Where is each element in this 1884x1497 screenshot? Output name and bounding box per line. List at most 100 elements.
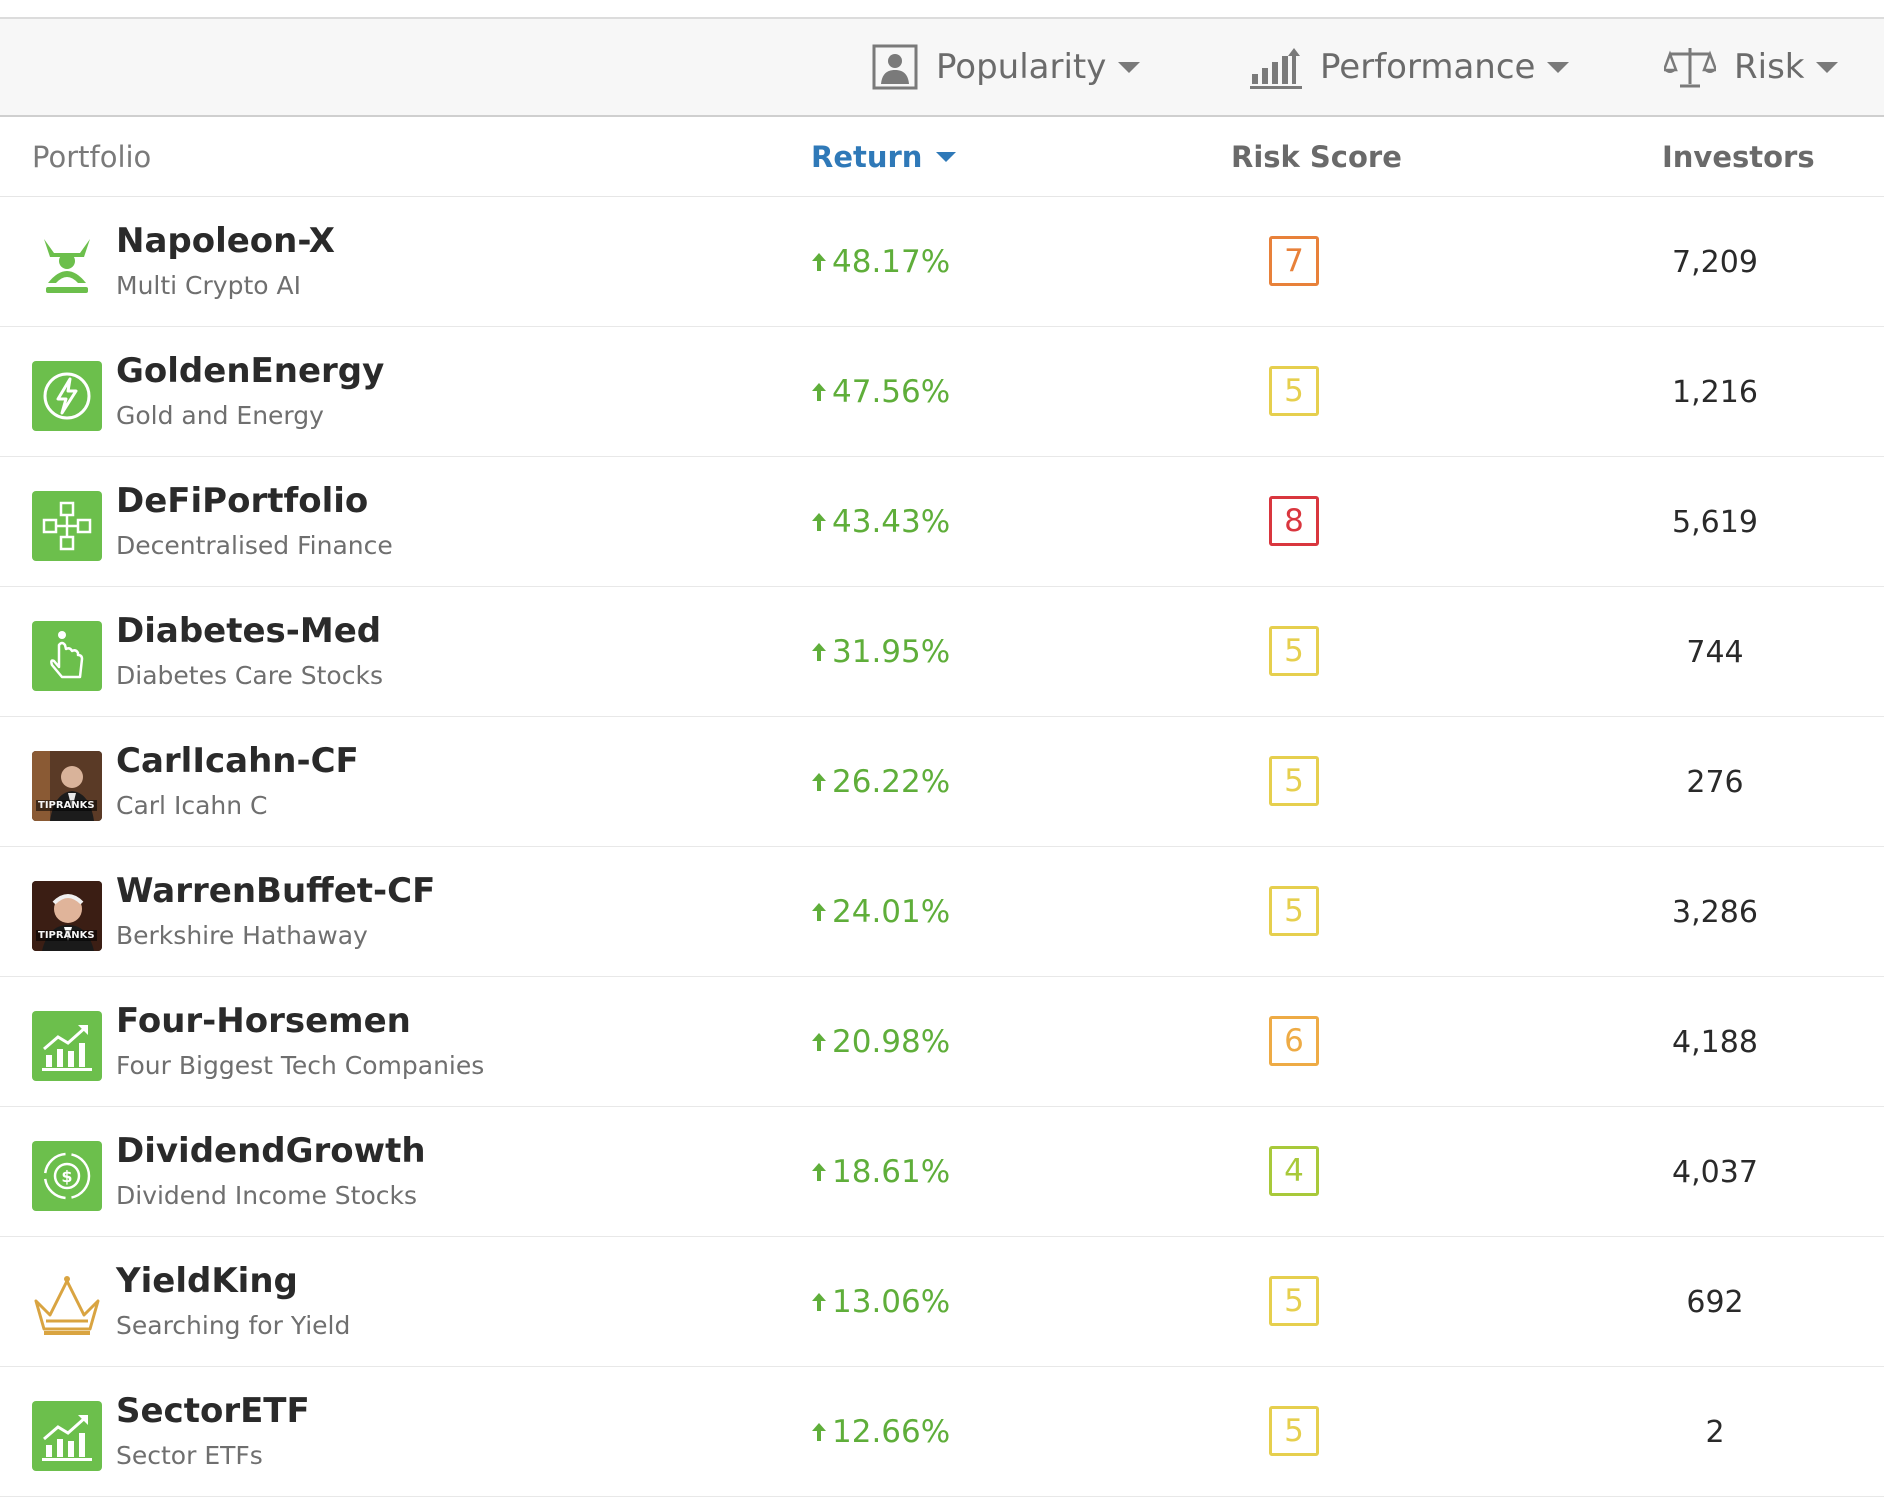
portfolio-name[interactable]: SectorETF: [116, 1391, 310, 1431]
table-row[interactable]: YieldKing Searching for Yield 13.06% 5 6…: [0, 1237, 1884, 1367]
portfolio-description: Searching for Yield: [116, 1311, 351, 1340]
chevron-down-icon: [1816, 61, 1839, 73]
popularity-filter-label: Popularity: [936, 47, 1107, 87]
investors-count: 5,619: [1672, 504, 1758, 540]
table-row[interactable]: GoldenEnergy Gold and Energy 47.56% 5 1,…: [0, 327, 1884, 457]
performance-filter-label: Performance: [1320, 47, 1536, 87]
investors-count: 7,209: [1672, 244, 1758, 280]
risk-score-column-header[interactable]: Risk Score: [1231, 117, 1402, 197]
return-value: 24.01%: [812, 847, 950, 977]
return-percent: 26.22%: [832, 764, 951, 800]
up-arrow-icon: [812, 773, 826, 791]
table-row[interactable]: SectorETF Sector ETFs 12.66% 5 2: [0, 1367, 1884, 1497]
investors-count: 1,216: [1672, 374, 1758, 410]
popularity-filter[interactable]: Popularity: [872, 19, 1141, 115]
carl-icahn-photo-icon: TIPRANKS: [32, 751, 102, 821]
portfolio-description: Diabetes Care Stocks: [116, 661, 383, 690]
investors-count: 2: [1705, 1414, 1725, 1450]
svg-text:$: $: [61, 1167, 72, 1186]
portfolio-name[interactable]: DeFiPortfolio: [116, 481, 368, 521]
portfolio-name[interactable]: CarlIcahn-CF: [116, 741, 359, 781]
filter-bar: Popularity Performance Risk: [0, 17, 1884, 117]
investors-column-header[interactable]: Investors: [1662, 117, 1815, 197]
crown-icon: [32, 1271, 102, 1341]
risk-score-badge: 6: [1269, 1016, 1319, 1066]
return-column-label: Return: [811, 140, 923, 174]
performance-filter[interactable]: Performance: [1250, 19, 1570, 115]
table-row[interactable]: Napoleon-X Multi Crypto AI 48.17% 7 7,20…: [0, 197, 1884, 327]
portfolio-description: Carl Icahn C: [116, 791, 268, 820]
return-value: 20.98%: [812, 977, 950, 1107]
return-value: 31.95%: [812, 587, 950, 717]
tipranks-badge: TIPRANKS: [36, 800, 97, 811]
investors-count: 744: [1686, 634, 1744, 670]
return-value: 18.61%: [812, 1107, 950, 1237]
investors-count: 4,037: [1672, 1154, 1758, 1190]
portfolio-description: Four Biggest Tech Companies: [116, 1051, 485, 1080]
return-value: 26.22%: [812, 717, 950, 847]
portfolio-name[interactable]: WarrenBuffet-CF: [116, 871, 435, 911]
investors-count: 692: [1686, 1284, 1744, 1320]
portfolio-table: Napoleon-X Multi Crypto AI 48.17% 7 7,20…: [0, 197, 1884, 1497]
return-percent: 24.01%: [832, 894, 951, 930]
investors-count: 4,188: [1672, 1024, 1758, 1060]
up-arrow-icon: [812, 1163, 826, 1181]
up-arrow-icon: [812, 1033, 826, 1051]
risk-filter-label: Risk: [1734, 47, 1805, 87]
table-row[interactable]: TIPRANKS WarrenBuffet-CF Berkshire Hatha…: [0, 847, 1884, 977]
risk-score-badge: 5: [1269, 886, 1319, 936]
table-row[interactable]: TIPRANKS CarlIcahn-CF Carl Icahn C 26.22…: [0, 717, 1884, 847]
table-row[interactable]: Four-Horsemen Four Biggest Tech Companie…: [0, 977, 1884, 1107]
risk-score-badge: 8: [1269, 496, 1319, 546]
portfolio-column-header[interactable]: Portfolio: [32, 117, 151, 197]
investors-count: 276: [1686, 764, 1744, 800]
risk-score-badge: 5: [1269, 366, 1319, 416]
portfolio-name[interactable]: YieldKing: [116, 1261, 298, 1301]
return-percent: 48.17%: [832, 244, 951, 280]
return-percent: 12.66%: [832, 1414, 951, 1450]
bar-chart-icon: [1250, 48, 1302, 89]
portfolio-name[interactable]: GoldenEnergy: [116, 351, 384, 391]
up-arrow-icon: [812, 253, 826, 271]
portfolio-description: Dividend Income Stocks: [116, 1181, 418, 1210]
portfolio-name[interactable]: Napoleon-X: [116, 221, 335, 261]
return-percent: 13.06%: [832, 1284, 951, 1320]
table-row[interactable]: $ DividendGrowth Dividend Income Stocks …: [0, 1107, 1884, 1237]
return-column-header[interactable]: Return: [811, 117, 957, 197]
up-arrow-icon: [812, 1423, 826, 1441]
energy-bolt-icon: [32, 361, 102, 431]
chevron-down-icon: [1547, 61, 1570, 73]
portfolio-name[interactable]: DividendGrowth: [116, 1131, 426, 1171]
portfolio-description: Decentralised Finance: [116, 531, 393, 560]
finger-test-icon: [32, 621, 102, 691]
investors-count: 3,286: [1672, 894, 1758, 930]
risk-filter[interactable]: Risk: [1664, 19, 1839, 115]
up-arrow-icon: [812, 643, 826, 661]
portfolio-name[interactable]: Diabetes-Med: [116, 611, 381, 651]
chevron-down-icon: [1118, 61, 1141, 73]
up-arrow-icon: [812, 383, 826, 401]
table-row[interactable]: DeFiPortfolio Decentralised Finance 43.4…: [0, 457, 1884, 587]
risk-score-badge: 5: [1269, 1276, 1319, 1326]
table-header: Portfolio Return Risk Score Investors: [0, 117, 1884, 197]
scale-icon: [1664, 48, 1716, 88]
risk-score-badge: 4: [1269, 1146, 1319, 1196]
up-arrow-icon: [812, 1293, 826, 1311]
return-percent: 31.95%: [832, 634, 951, 670]
growth-chart-icon: [32, 1401, 102, 1471]
dollar-coin-icon: $: [32, 1141, 102, 1211]
portfolio-description: Sector ETFs: [116, 1441, 263, 1470]
up-arrow-icon: [812, 513, 826, 531]
person-icon: [872, 44, 918, 90]
blockchain-cubes-icon: [32, 491, 102, 561]
up-arrow-icon: [812, 903, 826, 921]
portfolio-description: Berkshire Hathaway: [116, 921, 368, 950]
return-percent: 43.43%: [832, 504, 951, 540]
return-value: 48.17%: [812, 197, 950, 327]
return-value: 12.66%: [812, 1367, 950, 1497]
portfolio-name[interactable]: Four-Horsemen: [116, 1001, 411, 1041]
portfolio-description: Multi Crypto AI: [116, 271, 301, 300]
return-percent: 20.98%: [832, 1024, 951, 1060]
risk-score-badge: 5: [1269, 626, 1319, 676]
table-row[interactable]: Diabetes-Med Diabetes Care Stocks 31.95%…: [0, 587, 1884, 717]
